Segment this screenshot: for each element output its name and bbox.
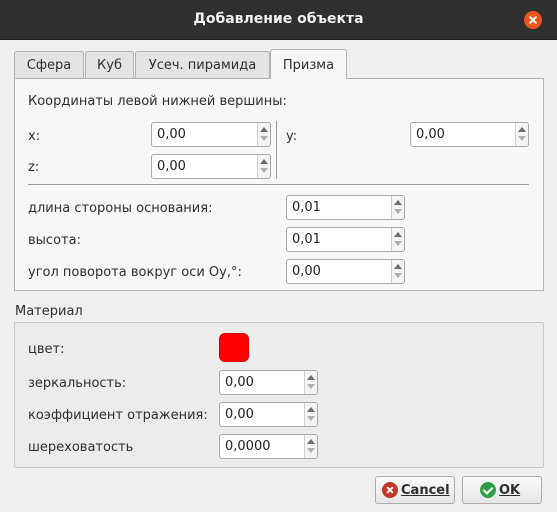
cancel-icon xyxy=(382,482,398,498)
tab-truncated-pyramid[interactable]: Усеч. пирамида xyxy=(135,51,270,78)
height-spinbox[interactable]: 0,01 xyxy=(286,227,405,252)
base-side-stepper[interactable] xyxy=(391,196,404,219)
specular-label: зеркальность: xyxy=(28,376,127,391)
specular-value: 0,00 xyxy=(225,375,254,390)
reflection-stepper[interactable] xyxy=(304,403,317,426)
close-icon[interactable] xyxy=(524,11,542,29)
tab-prism[interactable]: Призма xyxy=(270,49,347,79)
arrow-up-icon[interactable] xyxy=(307,375,315,380)
roughness-label: шереховатость xyxy=(28,440,134,455)
arrow-down-icon[interactable] xyxy=(260,168,268,173)
tab-label: Усеч. пирамида xyxy=(148,58,257,73)
arrow-up-icon[interactable] xyxy=(260,127,268,132)
x-spinbox[interactable]: 0,00 xyxy=(151,122,271,147)
arrow-up-icon[interactable] xyxy=(518,127,526,132)
arrow-down-icon[interactable] xyxy=(307,416,315,421)
tab-cube[interactable]: Куб xyxy=(85,51,134,78)
roughness-value: 0,0000 xyxy=(225,439,271,454)
rotation-spinbox[interactable]: 0,00 xyxy=(286,259,405,284)
base-side-spinbox[interactable]: 0,01 xyxy=(286,195,405,220)
check-icon xyxy=(480,482,496,498)
reflection-value: 0,00 xyxy=(225,407,254,422)
window-title: Добавление объекта xyxy=(193,11,364,27)
tab-label: Призма xyxy=(282,58,335,73)
roughness-spinbox[interactable]: 0,0000 xyxy=(219,434,318,459)
y-stepper[interactable] xyxy=(515,123,528,146)
arrow-down-icon[interactable] xyxy=(260,136,268,141)
z-label: z: xyxy=(28,160,40,175)
coords-title: Координаты левой нижней вершины: xyxy=(28,94,287,109)
horizontal-divider xyxy=(28,184,529,185)
height-value: 0,01 xyxy=(292,232,321,247)
specular-stepper[interactable] xyxy=(304,371,317,394)
x-stepper[interactable] xyxy=(257,123,270,146)
arrow-up-icon[interactable] xyxy=(394,200,402,205)
y-label: y: xyxy=(286,129,298,144)
base-side-value: 0,01 xyxy=(292,200,321,215)
tab-label: Сфера xyxy=(26,58,72,73)
arrow-down-icon[interactable] xyxy=(394,241,402,246)
x-value: 0,00 xyxy=(157,127,186,142)
cancel-button[interactable]: Cancel xyxy=(375,476,455,504)
height-stepper[interactable] xyxy=(391,228,404,251)
arrow-up-icon[interactable] xyxy=(260,159,268,164)
arrow-down-icon[interactable] xyxy=(394,273,402,278)
arrow-up-icon[interactable] xyxy=(394,232,402,237)
arrow-down-icon[interactable] xyxy=(394,209,402,214)
y-value: 0,00 xyxy=(416,127,445,142)
vertical-divider xyxy=(276,121,277,179)
material-title: Материал xyxy=(15,304,83,319)
roughness-stepper[interactable] xyxy=(304,435,317,458)
arrow-down-icon[interactable] xyxy=(307,448,315,453)
arrow-down-icon[interactable] xyxy=(307,384,315,389)
reflection-spinbox[interactable]: 0,00 xyxy=(219,402,318,427)
arrow-down-icon[interactable] xyxy=(518,136,526,141)
base-side-label: длина стороны основания: xyxy=(28,201,213,216)
y-spinbox[interactable]: 0,00 xyxy=(410,122,529,147)
ok-label: OK xyxy=(499,483,521,498)
rotation-value: 0,00 xyxy=(292,264,321,279)
color-swatch-button[interactable] xyxy=(219,333,249,362)
tab-sphere[interactable]: Сфера xyxy=(14,51,84,78)
color-label: цвет: xyxy=(28,342,65,357)
tab-label: Куб xyxy=(97,58,122,73)
height-label: высота: xyxy=(28,233,81,248)
x-label: x: xyxy=(28,129,41,144)
title-bar: Добавление объекта xyxy=(0,0,557,40)
arrow-up-icon[interactable] xyxy=(307,407,315,412)
cancel-label: Cancel xyxy=(401,483,450,498)
z-spinbox[interactable]: 0,00 xyxy=(151,154,271,179)
specular-spinbox[interactable]: 0,00 xyxy=(219,370,318,395)
rotation-stepper[interactable] xyxy=(391,260,404,283)
ok-button[interactable]: OK xyxy=(462,476,542,504)
arrow-up-icon[interactable] xyxy=(394,264,402,269)
arrow-up-icon[interactable] xyxy=(307,439,315,444)
z-value: 0,00 xyxy=(157,159,186,174)
rotation-label: угол поворота вокруг оси Oy,°: xyxy=(28,265,242,280)
reflection-label: коэффициент отражения: xyxy=(28,408,208,423)
z-stepper[interactable] xyxy=(257,155,270,178)
